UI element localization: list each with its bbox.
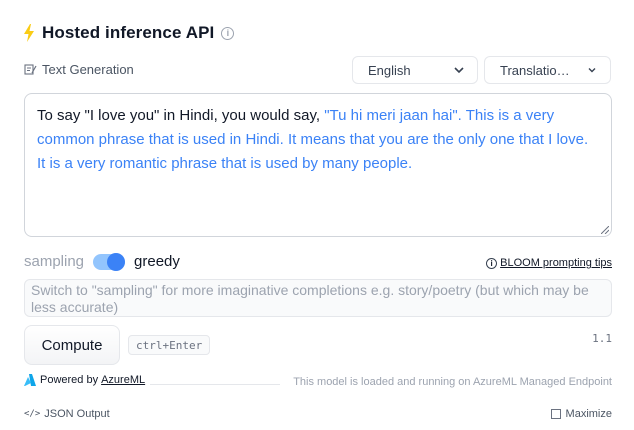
prompt-textarea[interactable]: To say "I love you" in Hindi, you would …: [24, 93, 612, 237]
widget-header: Hosted inference API i: [24, 20, 235, 46]
keyboard-shortcut: ctrl+Enter: [128, 335, 211, 355]
maximize-label: Maximize: [565, 408, 612, 420]
task-select[interactable]: Translatio…: [484, 56, 611, 84]
endpoint-note: This model is loaded and running on Azur…: [293, 376, 612, 388]
maximize-icon: [550, 409, 561, 419]
prompting-tips: i BLOOM prompting tips: [486, 257, 612, 269]
azureml-link[interactable]: AzureML: [101, 374, 145, 386]
compute-button[interactable]: Compute: [24, 325, 120, 365]
mode-greedy-label[interactable]: greedy: [134, 253, 180, 270]
language-select-value: English: [368, 62, 411, 78]
code-icon: </>: [24, 409, 41, 419]
compute-time: 1.1: [592, 332, 612, 345]
task-select-value: Translatio…: [500, 62, 570, 78]
decoding-mode-switch: sampling greedy: [24, 252, 180, 271]
json-output-toggle[interactable]: </> JSON Output: [24, 408, 110, 420]
mode-toggle[interactable]: [93, 252, 126, 271]
powered-by: Powered by AzureML: [24, 374, 145, 386]
maximize-button[interactable]: Maximize: [550, 408, 612, 420]
language-select[interactable]: English: [352, 56, 478, 84]
resize-handle-icon[interactable]: [601, 226, 609, 234]
lightning-icon: [24, 24, 34, 42]
info-icon[interactable]: i: [221, 26, 235, 40]
footer-divider: [150, 384, 280, 385]
prompt-input-text: To say "I love you" in Hindi, you would …: [37, 107, 325, 124]
azureml-icon: [24, 374, 36, 386]
task-type: Text Generation: [24, 62, 134, 77]
chevron-down-icon: [454, 67, 464, 74]
info-icon: i: [486, 257, 498, 269]
json-output-label: JSON Output: [44, 408, 110, 420]
widget-title: Hosted inference API: [42, 23, 215, 42]
prompting-tips-link[interactable]: BLOOM prompting tips: [500, 257, 612, 269]
mode-sampling-label[interactable]: sampling: [24, 253, 84, 270]
mode-hint: Switch to "sampling" for more imaginativ…: [24, 279, 612, 317]
chevron-down-icon: [588, 68, 596, 73]
task-label: Text Generation: [42, 62, 134, 77]
toggle-knob: [107, 252, 126, 271]
text-generation-icon: [24, 64, 37, 75]
powered-by-text: Powered by: [40, 374, 99, 386]
